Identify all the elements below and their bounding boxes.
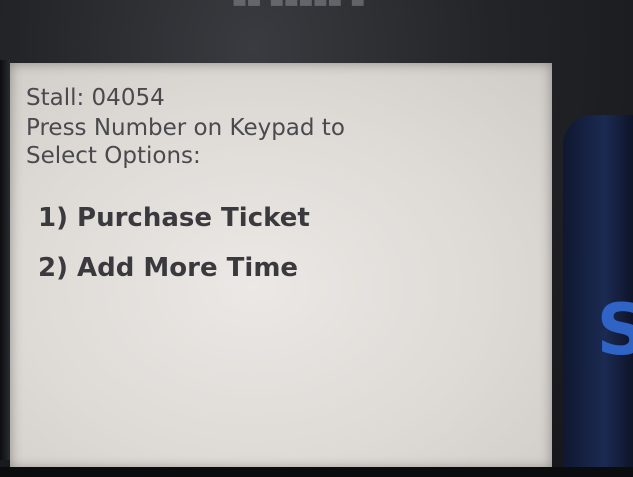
menu-option-add-more-time[interactable]: 2) Add More Time <box>38 253 298 283</box>
stall-number: Stall: 04054 <box>26 85 165 111</box>
menu-option-purchase-ticket[interactable]: 1) Purchase Ticket <box>38 203 310 233</box>
side-panel: S <box>563 115 633 477</box>
instruction-line-2: Select Options: <box>26 143 201 169</box>
bezel-edge <box>0 60 10 460</box>
instruction-line-1: Press Number on Keypad to <box>26 115 345 141</box>
brand-logo: ▀▀ ▀▀▀▀▀ ▀ <box>233 0 367 15</box>
side-logo-letter: S <box>596 289 633 371</box>
lcd-screen: Stall: 04054 Press Number on Keypad to S… <box>10 63 552 469</box>
brand-tagline <box>205 17 355 27</box>
parking-meter-device: ▀▀ ▀▀▀▀▀ ▀ S Stall: 04054 Press Number o… <box>0 0 633 477</box>
bezel-bottom <box>0 467 633 477</box>
